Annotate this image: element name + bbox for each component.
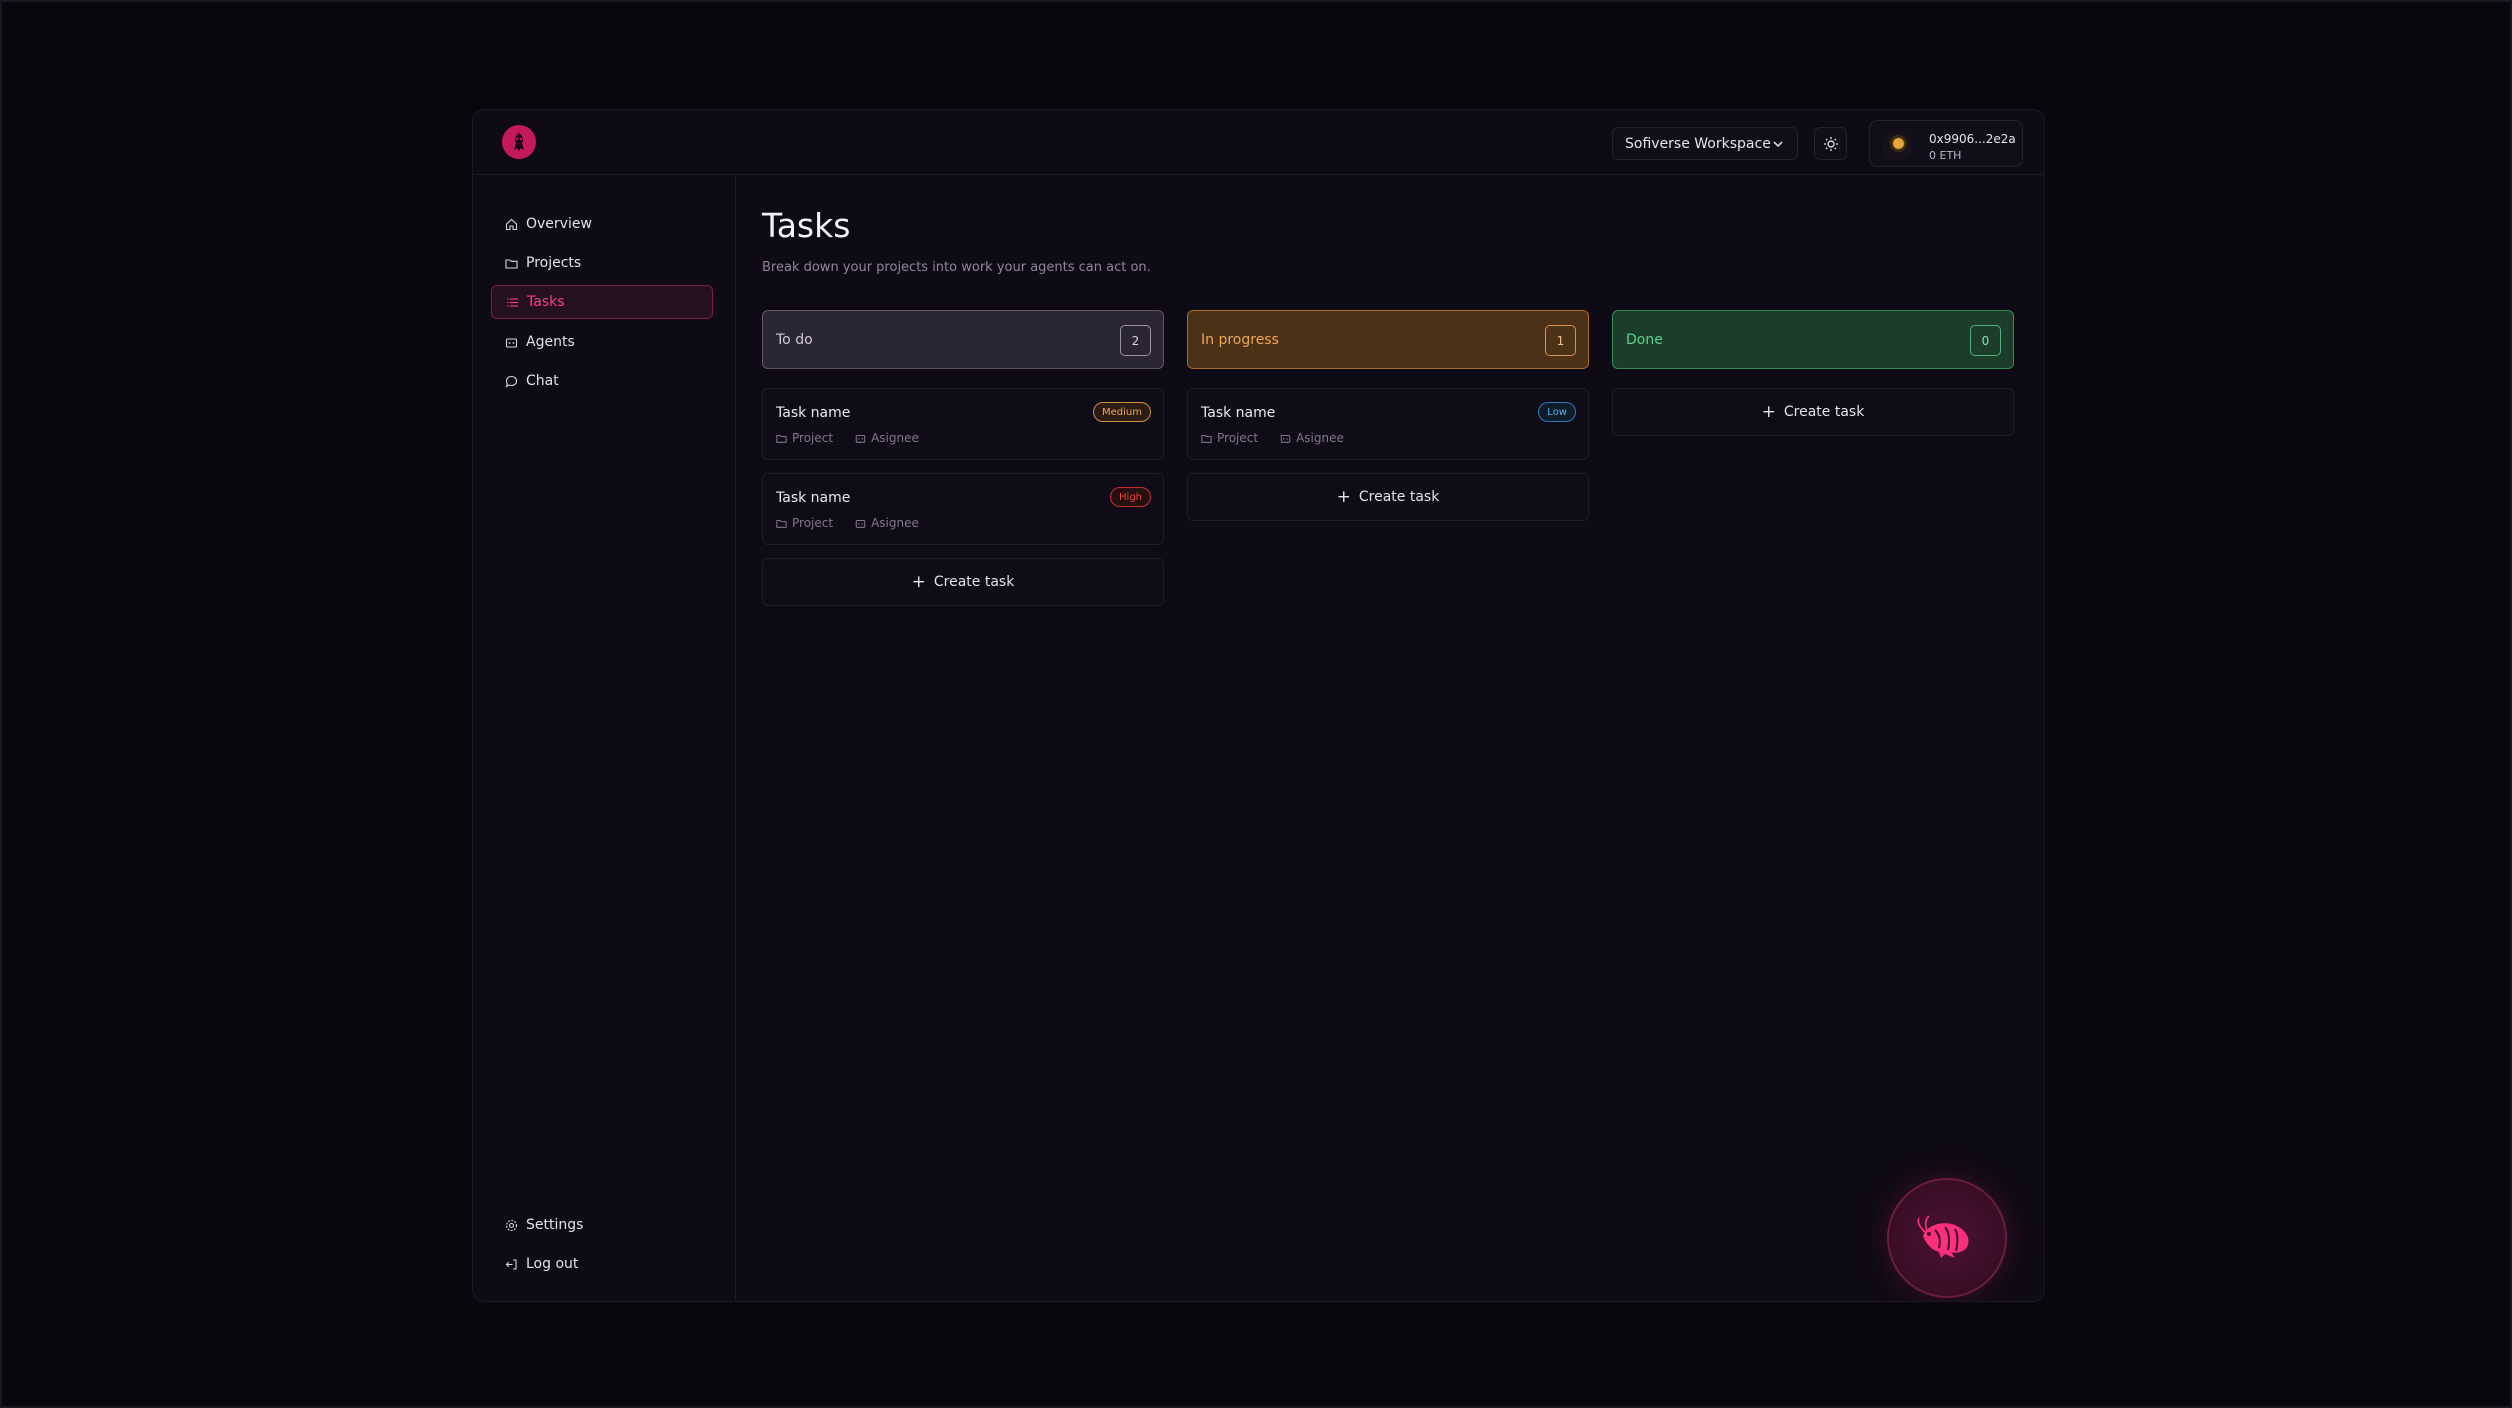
page-subtitle: Break down your projects into work your …	[762, 260, 1151, 275]
sidebar-item-label: Settings	[526, 1217, 584, 1233]
folder-icon	[1201, 434, 1212, 443]
top-bar: Sofiverse Workspace 0x9906...2e2a 0 ETH	[473, 110, 2044, 175]
create-task-label: Create task	[1358, 489, 1440, 505]
create-task-button[interactable]: + Create task	[1187, 473, 1589, 521]
task-name: Task name	[1201, 405, 1276, 421]
sidebar-item-logout[interactable]: Log out	[491, 1247, 713, 1281]
plus-icon: +	[1336, 487, 1351, 507]
sun-icon	[1823, 136, 1838, 151]
list-icon	[507, 297, 518, 307]
column-title: Done	[1626, 331, 1663, 348]
sidebar-item-label: Chat	[526, 373, 559, 389]
column-count: 2	[1120, 325, 1151, 356]
avatar	[1882, 130, 1912, 160]
create-task-button[interactable]: + Create task	[1612, 388, 2014, 436]
task-assignee: Asignee	[871, 516, 919, 530]
bot-icon	[1280, 434, 1291, 443]
sidebar-item-overview[interactable]: Overview	[491, 207, 713, 241]
bot-icon	[855, 519, 866, 528]
wallet-address: 0x9906...2e2a	[1929, 132, 2016, 146]
sidebar-item-agents[interactable]: Agents	[491, 325, 713, 359]
sidebar-item-label: Overview	[526, 216, 592, 232]
column-header-todo: To do 2	[762, 310, 1164, 369]
task-assignee: Asignee	[1296, 431, 1344, 445]
priority-badge: High	[1110, 487, 1151, 507]
sidebar-item-label: Agents	[526, 334, 575, 350]
main-content: Tasks Break down your projects into work…	[736, 176, 2044, 1301]
column-title: In progress	[1201, 331, 1279, 348]
column-header-done: Done 0	[1612, 310, 2014, 369]
sidebar-item-label: Log out	[526, 1256, 579, 1272]
sidebar-item-label: Tasks	[527, 294, 565, 310]
workspace-select-value: Sofiverse Workspace	[1625, 135, 1771, 152]
chat-icon	[505, 375, 518, 388]
sidebar-item-projects[interactable]: Projects	[491, 246, 713, 280]
column-count: 0	[1970, 325, 2001, 356]
create-task-label: Create task	[1783, 404, 1865, 420]
assistant-fab-button[interactable]	[1887, 1178, 2007, 1298]
task-name: Task name	[776, 490, 851, 506]
folder-icon	[505, 258, 518, 269]
priority-badge: Medium	[1093, 402, 1151, 422]
task-project: Project	[1217, 431, 1259, 445]
bot-icon	[505, 337, 518, 348]
theme-toggle-button[interactable]	[1814, 127, 1847, 160]
app-logo-icon[interactable]	[502, 125, 536, 159]
column-count: 1	[1545, 325, 1576, 356]
plus-icon: +	[911, 572, 926, 592]
home-icon	[505, 218, 518, 230]
priority-badge: Low	[1538, 402, 1576, 422]
task-project: Project	[792, 516, 834, 530]
task-name: Task name	[776, 405, 851, 421]
shrimp-icon	[1917, 1215, 1969, 1258]
column-done: Done 0 + Create task	[1612, 310, 2014, 436]
bot-icon	[855, 434, 866, 443]
column-in-progress: In progress 1 Task name Low Project Asig…	[1187, 310, 1589, 521]
column-todo: To do 2 Task name Medium Project Asignee	[762, 310, 1164, 606]
wallet-balance: 0 ETH	[1929, 149, 1962, 162]
task-project: Project	[792, 431, 834, 445]
task-assignee: Asignee	[871, 431, 919, 445]
task-card[interactable]: Task name High Project Asignee	[762, 473, 1164, 545]
plus-icon: +	[1761, 402, 1776, 422]
folder-icon	[776, 519, 787, 528]
page-title: Tasks	[762, 206, 851, 245]
sidebar-item-settings[interactable]: Settings	[491, 1208, 713, 1242]
sidebar-item-label: Projects	[526, 255, 582, 271]
create-task-button[interactable]: + Create task	[762, 558, 1164, 606]
workspace-select[interactable]: Sofiverse Workspace	[1612, 127, 1798, 160]
folder-icon	[776, 434, 787, 443]
screen-frame: Sofiverse Workspace 0x9906...2e2a 0 ETH …	[0, 0, 2512, 1408]
chevron-down-icon	[1773, 141, 1783, 148]
task-card[interactable]: Task name Medium Project Asignee	[762, 388, 1164, 460]
create-task-label: Create task	[933, 574, 1015, 590]
app-window: Sofiverse Workspace 0x9906...2e2a 0 ETH …	[472, 109, 2045, 1302]
sidebar: Overview Projects Tasks Agents Chat Sett…	[473, 176, 736, 1301]
sidebar-item-tasks[interactable]: Tasks	[491, 285, 713, 319]
wallet-button[interactable]: 0x9906...2e2a 0 ETH	[1869, 120, 2023, 167]
task-card[interactable]: Task name Low Project Asignee	[1187, 388, 1589, 460]
logout-icon	[505, 1258, 517, 1270]
column-title: To do	[776, 331, 813, 348]
column-header-in-progress: In progress 1	[1187, 310, 1589, 369]
sidebar-item-chat[interactable]: Chat	[491, 364, 713, 398]
gear-icon	[505, 1219, 518, 1231]
